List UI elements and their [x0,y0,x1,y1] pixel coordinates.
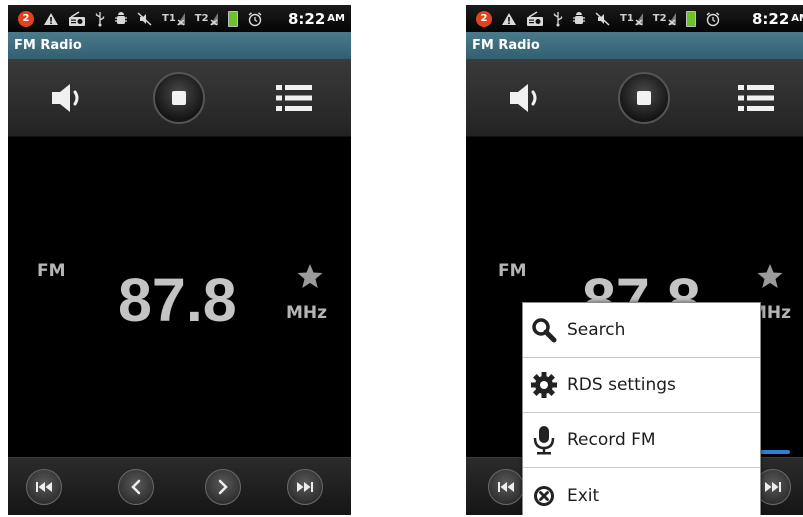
sim2-label: T2 [194,13,209,24]
usb-icon [95,11,105,27]
sim2-label: T2 [652,13,667,24]
battery-icon [685,10,696,27]
alarm-clock-icon [705,11,721,27]
clock-ampm: AM [791,13,803,24]
unit-label: MHz [286,303,328,323]
signal-sim1-icon: T1 [162,11,186,27]
search-icon [529,315,559,345]
toolbar [466,59,803,137]
navigation-bar [8,457,351,515]
menu-item-label: Exit [567,485,600,506]
signal-sim2-icon: T2 [195,11,219,27]
menu-item-record-fm[interactable]: Record FM [523,413,760,468]
signal-sim1-icon: T1 [620,11,644,27]
channel-list-button[interactable] [732,76,780,120]
status-clock: 8:22 AM [752,5,803,32]
app-title: FM Radio [472,38,540,53]
stop-icon [637,91,651,105]
star-icon [757,264,783,288]
speaker-button[interactable] [44,76,92,120]
clock-ampm: AM [327,13,345,24]
exit-icon [529,481,559,511]
status-clock: 8:22 AM [288,5,345,32]
menu-item-search[interactable]: Search [523,303,760,358]
stop-button[interactable] [618,72,670,124]
radio-notification-icon [68,10,86,27]
android-debug-icon [572,11,586,27]
chevron-left-icon [131,479,141,495]
app-title-bar: FM Radio [8,32,351,59]
notification-badge[interactable]: 2 [18,10,34,27]
speaker-button[interactable] [502,76,550,120]
battery-icon [227,10,238,27]
stop-icon [172,91,186,105]
menu-item-label: Record FM [567,430,656,450]
skip-previous-icon [498,482,514,492]
warning-icon [501,11,517,27]
app-title-bar: FM Radio [466,32,803,59]
seek-previous-button[interactable] [488,469,524,505]
silent-mode-icon [137,11,153,27]
usb-icon [553,11,563,27]
android-debug-icon [114,11,128,27]
notification-badge[interactable]: 2 [476,10,492,27]
sim1-label: T1 [162,13,176,24]
favorite-button[interactable] [296,263,324,293]
menu-item-label: RDS settings [567,375,676,395]
seek-previous-button[interactable] [26,469,62,505]
silent-mode-icon [595,11,611,27]
seek-next-button[interactable] [287,469,323,505]
skip-previous-icon [36,482,52,492]
list-icon [276,85,312,111]
band-label: FM [37,261,66,281]
skip-next-icon [297,482,313,492]
tune-down-button[interactable] [118,469,154,505]
chevron-right-icon [218,479,228,495]
frequency-display: 87.8 [118,266,237,334]
app-title: FM Radio [14,38,82,53]
speaker-icon [510,84,537,112]
gear-icon [529,370,559,400]
speaker-icon [52,84,79,112]
warning-icon [43,11,59,27]
status-bar: 2 T1 T2 8:22 AM [466,5,803,32]
radio-notification-icon [526,10,544,27]
clock-time: 8:22 [751,9,790,28]
sim1-label: T1 [620,13,634,24]
options-menu: Search RDS settings Record FM Exit [522,302,761,515]
skip-next-icon [765,482,781,492]
menu-item-label: Search [567,320,626,340]
tune-up-button[interactable] [205,469,241,505]
microphone-icon [529,425,559,455]
toolbar [8,59,351,137]
status-bar: 2 T1 T2 8:22 AM [8,5,351,32]
menu-item-exit[interactable]: Exit [523,468,760,515]
band-label: FM [498,261,527,281]
stop-button[interactable] [153,72,205,124]
signal-sim2-icon: T2 [653,11,677,27]
menu-item-rds-settings[interactable]: RDS settings [523,358,760,413]
volume-indicator [756,450,790,454]
tuner-display: FM 87.8 MHz [8,137,351,457]
star-icon [297,264,323,288]
clock-time: 8:22 [287,9,326,28]
alarm-clock-icon [247,11,263,27]
fm-radio-screen-menu: 2 T1 T2 8:22 AM [466,5,803,515]
fm-radio-screen-main: 2 T1 T2 8:22 AM FM Radio FM 87.8 MHz [8,5,351,515]
channel-list-button[interactable] [270,76,318,120]
list-icon [738,85,774,111]
favorite-button[interactable] [756,263,784,293]
